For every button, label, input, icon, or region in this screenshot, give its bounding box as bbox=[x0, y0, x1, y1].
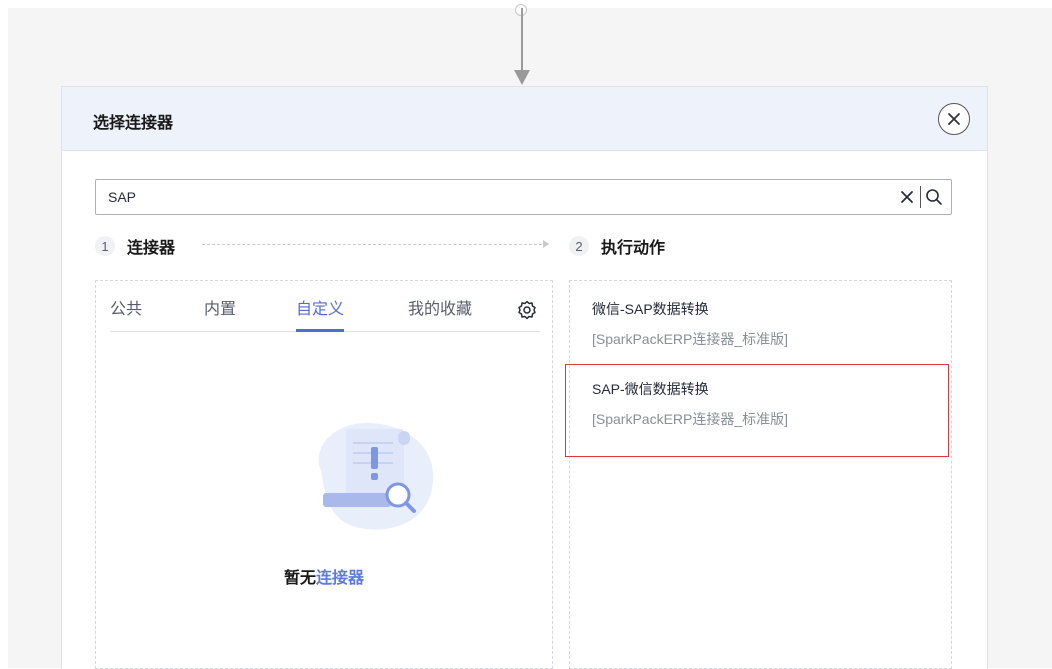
connector-panel: 公共 内置 自定义 我的收藏 暂无连接器 bbox=[95, 280, 553, 669]
action-item[interactable]: 微信-SAP数据转换 [SparkPackERP连接器_标准版] bbox=[592, 299, 948, 349]
close-icon bbox=[948, 113, 960, 125]
step-progress-line bbox=[202, 244, 542, 245]
action-subtitle: [SparkPackERP连接器_标准版] bbox=[592, 331, 789, 347]
action-title: 微信-SAP数据转换 bbox=[592, 301, 709, 317]
tab-builtin[interactable]: 内置 bbox=[204, 295, 236, 331]
select-connector-dialog: 选择连接器 1 连接器 2 执行动作 公共 内置 自定义 我的收藏 bbox=[61, 86, 988, 669]
highlight-box bbox=[565, 364, 949, 457]
action-panel: 微信-SAP数据转换 [SparkPackERP连接器_标准版] SAP-微信数… bbox=[569, 280, 952, 669]
step-label: 连接器 bbox=[127, 238, 176, 257]
search-input[interactable] bbox=[108, 180, 868, 214]
step-arrow-icon bbox=[543, 240, 549, 248]
search-box bbox=[95, 179, 952, 215]
step-label: 执行动作 bbox=[601, 238, 666, 257]
step-number: 1 bbox=[95, 236, 115, 256]
empty-state-prefix: 暂无 bbox=[283, 568, 316, 587]
close-button[interactable] bbox=[938, 103, 970, 135]
step-number: 2 bbox=[569, 236, 589, 256]
empty-state-message: 暂无连接器 bbox=[96, 564, 552, 588]
gear-icon[interactable] bbox=[516, 299, 538, 321]
tab-favorites[interactable]: 我的收藏 bbox=[408, 295, 472, 331]
dialog-header: 选择连接器 bbox=[62, 87, 987, 151]
flow-connector-line bbox=[521, 8, 523, 74]
search-divider bbox=[920, 186, 921, 208]
empty-state-illustration bbox=[318, 422, 434, 530]
step-connector: 1 连接器 bbox=[95, 234, 175, 258]
connector-tabs: 公共 内置 自定义 我的收藏 bbox=[110, 295, 540, 332]
empty-state-link[interactable]: 连接器 bbox=[316, 568, 364, 587]
tab-public[interactable]: 公共 bbox=[110, 295, 142, 331]
tab-custom[interactable]: 自定义 bbox=[296, 295, 345, 332]
dialog-title: 选择连接器 bbox=[93, 113, 174, 132]
clear-icon[interactable] bbox=[899, 189, 915, 205]
search-icon[interactable] bbox=[925, 188, 943, 206]
flow-arrow-icon bbox=[514, 70, 530, 85]
step-action: 2 执行动作 bbox=[569, 234, 665, 258]
